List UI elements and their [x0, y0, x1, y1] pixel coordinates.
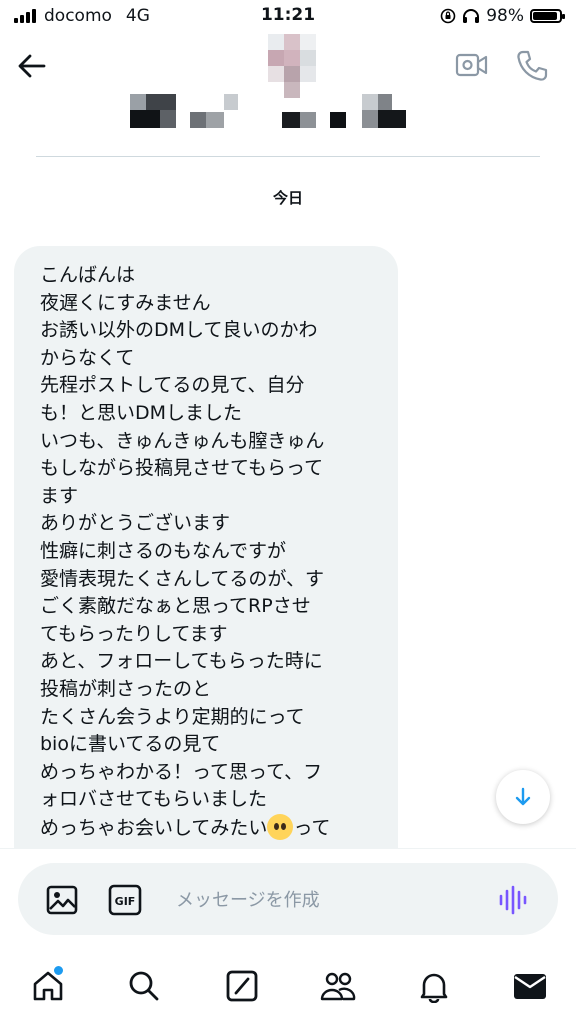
communities-icon — [320, 972, 356, 1001]
message-line: ごく素敵だなぁと思ってRPさせ — [40, 595, 311, 618]
message-line: めっちゃわかる！って思って、フ — [40, 760, 323, 783]
message-line: 夜遅くにすみません — [40, 291, 211, 314]
image-icon[interactable] — [46, 885, 78, 915]
message-line: もしながら投稿見させてもらって — [40, 457, 324, 480]
bottom-tab-bar — [0, 948, 576, 1024]
message-line: こんばんは — [40, 264, 136, 286]
search-icon — [129, 971, 159, 1001]
status-right: 98% — [440, 6, 565, 26]
message-line-with-emoji: めっちゃお会いしてみたい って — [40, 813, 388, 843]
message-line: てもらったりしてます — [40, 622, 228, 645]
battery-icon — [530, 9, 565, 23]
tab-communities[interactable] — [314, 962, 362, 1010]
message-line: ォロバさせてもらいました — [40, 788, 268, 811]
message-line: 性癖に刺さるのもなんですが — [40, 539, 287, 562]
tab-notifications[interactable] — [410, 962, 458, 1010]
message-line: あと、フォローしてもらった時に — [40, 650, 323, 673]
avatar[interactable] — [268, 34, 316, 98]
message-line: 愛情表現たくさんしてるのが、す — [40, 567, 325, 590]
headphones-icon — [463, 9, 480, 23]
composer-area: GIF — [0, 848, 576, 949]
scroll-to-bottom-button[interactable] — [496, 770, 550, 824]
status-bar: docomo 4G 11:21 98% — [0, 0, 576, 34]
messages-icon — [514, 974, 546, 999]
message-bubble[interactable]: こんばんは 夜遅くにすみません お誘い以外のDMして良いのかわ からなくて 先程… — [14, 246, 398, 886]
header-divider — [36, 156, 540, 157]
message-line: bioに書いてるの見て — [40, 733, 221, 756]
video-camera-icon[interactable] — [454, 50, 490, 80]
message-line: お誘い以外のDMして良いのかわ — [40, 319, 318, 342]
tab-search[interactable] — [120, 962, 168, 1010]
home-notification-dot — [52, 964, 65, 977]
message-line: 先程ポストしてるの見て、自分 — [40, 374, 305, 397]
gif-label: GIF — [115, 895, 136, 908]
battery-percent: 98% — [486, 6, 524, 26]
message-line: ありがとうございます — [40, 512, 231, 535]
message-line-text: って — [293, 816, 331, 839]
grok-icon — [226, 970, 258, 1002]
voice-waveform-icon[interactable] — [496, 883, 530, 917]
message-line: ます — [40, 484, 79, 507]
pleading-face-emoji-icon — [267, 813, 294, 840]
message-line-text: めっちゃお会いしてみたい — [40, 816, 268, 839]
message-line: からなくて — [40, 346, 135, 369]
message-composer: GIF — [18, 863, 558, 935]
display-name-pixelated — [130, 94, 410, 128]
message-line: たくさん会うより定期的にって — [40, 705, 305, 728]
message-input[interactable] — [176, 883, 476, 917]
conversation-header — [0, 34, 576, 152]
gif-button[interactable]: GIF — [108, 883, 142, 917]
notifications-icon — [420, 973, 448, 1003]
tab-messages[interactable] — [506, 962, 554, 1010]
phone-icon[interactable] — [514, 48, 550, 84]
tab-grok[interactable] — [218, 962, 266, 1010]
date-separator: 今日 — [272, 189, 303, 207]
message-line: いつも、きゅんきゅんも膣きゅん — [40, 429, 325, 452]
message-line: 投稿が刺さったのと — [40, 677, 212, 700]
arrow-down-icon — [515, 787, 531, 806]
arrow-left-icon[interactable] — [14, 48, 50, 84]
message-line: も！と思いDMしました — [40, 401, 243, 424]
orientation-lock-icon — [440, 8, 456, 24]
tab-home[interactable] — [24, 962, 72, 1010]
